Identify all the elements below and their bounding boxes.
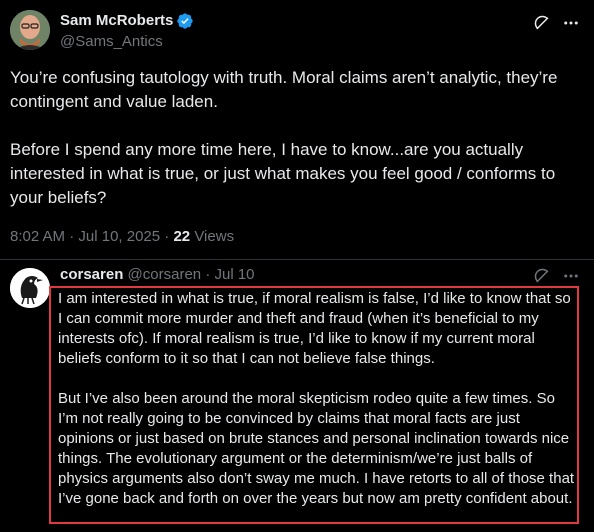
tweet-time[interactable]: 8:02 AM bbox=[10, 228, 65, 245]
main-tweet: Sam McRoberts @Sams_Antics You’re confus… bbox=[0, 0, 594, 259]
tweet-paragraph: You’re confusing tautology with truth. M… bbox=[10, 68, 558, 111]
reply-tweet: corsaren @corsaren · Jul 10 I am interes… bbox=[0, 260, 594, 532]
author-handle[interactable]: @Sams_Antics bbox=[60, 33, 163, 50]
views-count[interactable]: 22 bbox=[173, 228, 190, 245]
reply-paragraph: I am interested in what is true, if mora… bbox=[58, 290, 571, 367]
grok-icon[interactable] bbox=[533, 267, 551, 285]
reply-header: corsaren @corsaren · Jul 10 bbox=[60, 266, 255, 283]
views-label[interactable]: Views bbox=[194, 228, 234, 245]
reply-author-name[interactable]: corsaren bbox=[60, 266, 123, 283]
grok-icon[interactable] bbox=[533, 14, 551, 32]
tweet-date[interactable]: Jul 10, 2025 bbox=[78, 228, 160, 245]
reply-author-handle[interactable]: @corsaren bbox=[128, 266, 202, 283]
meta-separator: · bbox=[205, 266, 211, 283]
more-options-icon[interactable] bbox=[562, 267, 580, 285]
meta-separator: · bbox=[164, 228, 170, 245]
reply-paragraph: But I’ve also been around the moral skep… bbox=[58, 390, 575, 507]
tweet-text: You’re confusing tautology with truth. M… bbox=[10, 66, 570, 210]
reply-date[interactable]: Jul 10 bbox=[214, 266, 254, 283]
avatar[interactable] bbox=[10, 10, 50, 50]
verified-badge-icon bbox=[177, 13, 193, 29]
avatar[interactable] bbox=[10, 268, 50, 308]
reply-text: I am interested in what is true, if mora… bbox=[58, 289, 578, 509]
tweet-meta: 8:02 AM · Jul 10, 2025 · 22 Views bbox=[10, 228, 234, 245]
tweet-paragraph: Before I spend any more time here, I hav… bbox=[10, 140, 556, 207]
more-options-icon[interactable] bbox=[562, 14, 580, 32]
author-name[interactable]: Sam McRoberts bbox=[60, 12, 173, 29]
meta-separator: · bbox=[69, 228, 75, 245]
